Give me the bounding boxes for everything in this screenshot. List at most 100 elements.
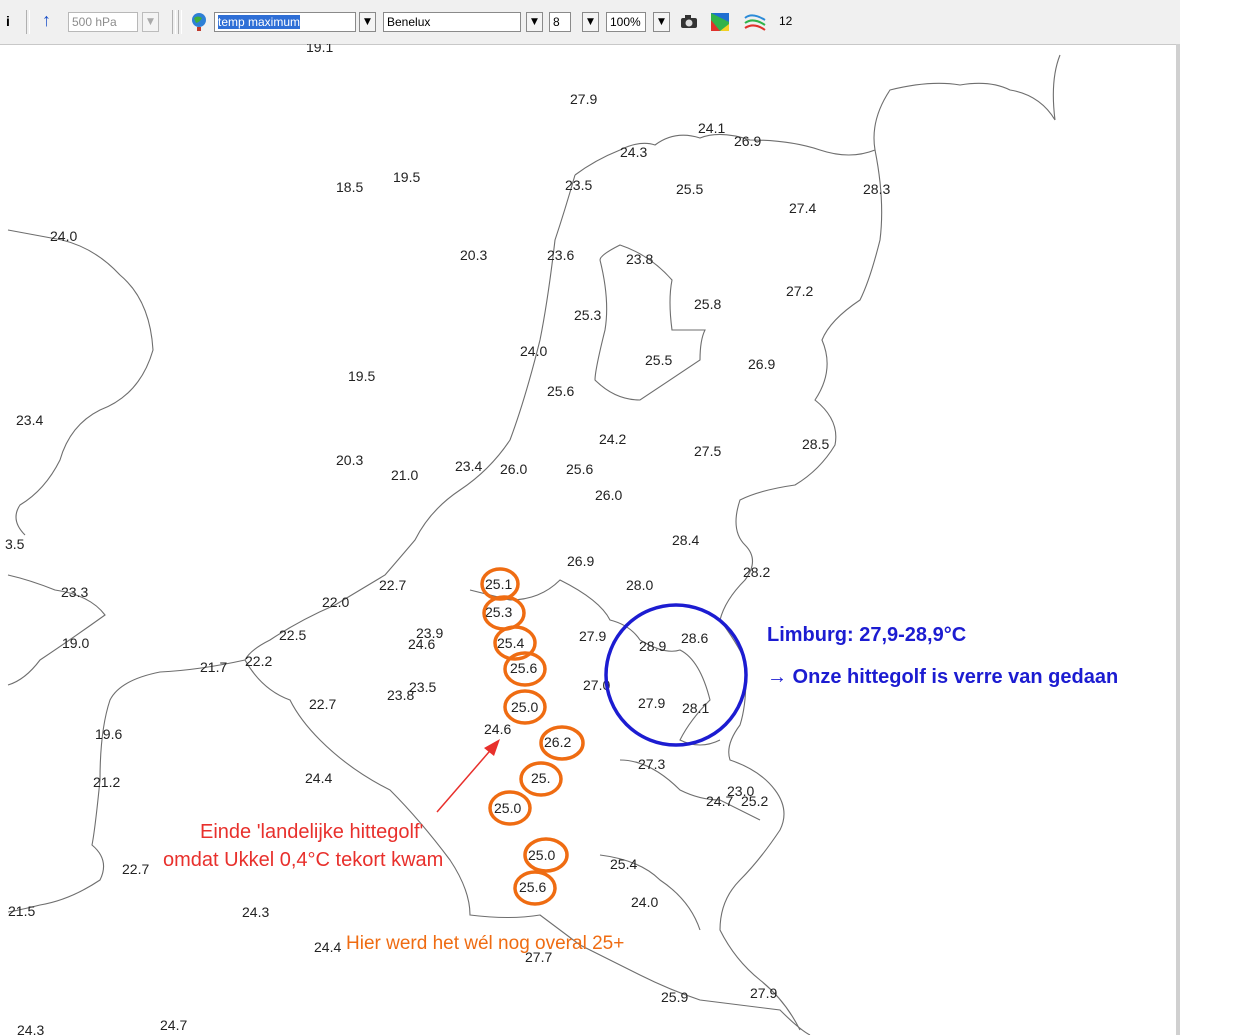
station-value: 19.1 (306, 44, 333, 55)
station-value: 23.3 (61, 584, 88, 600)
toolbar-separator (26, 10, 30, 34)
station-value: 26.9 (748, 356, 775, 372)
station-value: 25.5 (676, 181, 703, 197)
station-value: 24.3 (620, 144, 647, 160)
station-value: 24.6 (484, 721, 511, 737)
map-view[interactable]: 19.1 27.9 24.1 26.9 24.3 18.5 19.5 23.5 25.5 28.3… (0, 44, 1180, 1035)
station-value: 25.9 (661, 989, 688, 1005)
station-value: 26.0 (500, 461, 527, 477)
size-select[interactable]: 8 (549, 12, 571, 32)
globe-icon[interactable] (190, 12, 208, 32)
station-value: 24.4 (305, 770, 332, 786)
station-value: 25.6 (510, 660, 537, 676)
region-select[interactable]: Benelux (383, 12, 521, 32)
station-value: 3.5 (5, 536, 25, 552)
parameter-select[interactable]: temp maximum (214, 12, 356, 32)
station-value: 27.5 (694, 443, 721, 459)
station-value: 24.0 (520, 343, 547, 359)
station-value: 24.3 (242, 904, 269, 920)
station-value: 27.9 (570, 91, 597, 107)
level-select[interactable]: 500 hPa (68, 12, 138, 32)
station-value: 22.7 (309, 696, 336, 712)
station-value: 21.2 (93, 774, 120, 790)
station-value: 25.6 (566, 461, 593, 477)
station-value: 27.2 (786, 283, 813, 299)
station-value: 22.0 (322, 594, 349, 610)
station-value: 26.0 (595, 487, 622, 503)
station-value: 24.1 (698, 120, 725, 136)
station-value: 24.0 (631, 894, 658, 910)
contour-lines-icon[interactable] (744, 12, 766, 32)
station-value: 24.0 (50, 228, 77, 244)
station-value: 23.8 (626, 251, 653, 267)
station-value: 27.9 (750, 985, 777, 1001)
station-value: 20.3 (336, 452, 363, 468)
annotation-red-line1: Einde 'landelijke hittegolf' (200, 821, 423, 843)
station-value: 25.5 (645, 352, 672, 368)
station-value: 25.4 (497, 635, 524, 651)
station-value: 26.2 (544, 734, 571, 750)
station-value: 27.9 (579, 628, 606, 644)
station-value: 24.7 (706, 793, 733, 809)
station-value: 25.6 (547, 383, 574, 399)
station-value: 27.4 (789, 200, 816, 216)
station-value: 25.0 (528, 847, 555, 863)
station-value: 25.3 (485, 604, 512, 620)
station-value: 26.9 (567, 553, 594, 569)
station-value: 22.7 (122, 861, 149, 877)
station-value: 28.9 (639, 638, 666, 654)
station-value: 25.0 (494, 800, 521, 816)
parameter-dropdown-button[interactable]: ▼ (359, 12, 376, 32)
station-value: 18.5 (336, 179, 363, 195)
annotation-blue-line1: Limburg: 27,9-28,9°C (767, 624, 966, 646)
station-value: 19.0 (62, 635, 89, 651)
size-dropdown-button[interactable]: ▼ (582, 12, 599, 32)
station-value: 28.5 (802, 436, 829, 452)
station-value: 23.5 (565, 177, 592, 193)
up-arrow-icon[interactable]: ↑ (42, 10, 51, 31)
station-value: 24.4 (314, 939, 341, 955)
station-value: 24.3 (17, 1022, 44, 1035)
station-value: 20.3 (460, 247, 487, 263)
number-field[interactable]: 12 (776, 12, 800, 32)
zoom-select[interactable]: 100% (606, 12, 646, 32)
toolbar-separator (172, 10, 176, 34)
station-value: 23.8 (387, 687, 414, 703)
station-value: 22.2 (245, 653, 272, 669)
limburg-circle (604, 603, 748, 747)
station-value: 19.5 (393, 169, 420, 185)
station-value: 27.3 (638, 756, 665, 772)
annotation-red-line2: omdat Ukkel 0,4°C tekort kwam (163, 849, 443, 871)
toolbar: i ↑ 500 hPa ▼ temp maximum ▼ Benelux ▼ 8… (0, 0, 1180, 45)
zoom-dropdown-button[interactable]: ▼ (653, 12, 670, 32)
station-value: 19.6 (95, 726, 122, 742)
toolbar-separator (178, 10, 182, 34)
color-map-icon[interactable] (710, 12, 730, 32)
region-dropdown-button[interactable]: ▼ (526, 12, 543, 32)
station-value: 23.6 (547, 247, 574, 263)
station-value: 24.7 (160, 1017, 187, 1033)
station-value: 25.6 (519, 879, 546, 895)
level-dropdown-button[interactable]: ▼ (142, 12, 159, 32)
station-value: 21.0 (391, 467, 418, 483)
station-value: 25.1 (485, 576, 512, 592)
station-value: 19.5 (348, 368, 375, 384)
station-value: 26.9 (734, 133, 761, 149)
annotation-orange: Hier werd het wél nog overal 25+ (346, 933, 624, 954)
station-value: 25.3 (574, 307, 601, 323)
station-value: 28.4 (672, 532, 699, 548)
station-value: 25.4 (610, 856, 637, 872)
camera-icon[interactable] (680, 14, 698, 30)
station-value: 28.2 (743, 564, 770, 580)
station-value: 21.5 (8, 903, 35, 919)
annotation-blue-line2: → Onze hittegolf is verre van gedaan (767, 666, 1118, 688)
station-values: 19.1 27.9 24.1 26.9 24.3 18.5 19.5 23.5 25.5 28.3… (5, 44, 890, 1035)
weather-map: 19.1 27.9 24.1 26.9 24.3 18.5 19.5 23.5 25.5 28.3… (5, 44, 1118, 1035)
info-icon[interactable]: i (6, 13, 10, 29)
station-value: 28.1 (682, 700, 709, 716)
station-value: 25.2 (741, 793, 768, 809)
station-value: 23.4 (16, 412, 43, 428)
station-value: 28.0 (626, 577, 653, 593)
station-value: 21.7 (200, 659, 227, 675)
station-value: 27.9 (638, 695, 665, 711)
